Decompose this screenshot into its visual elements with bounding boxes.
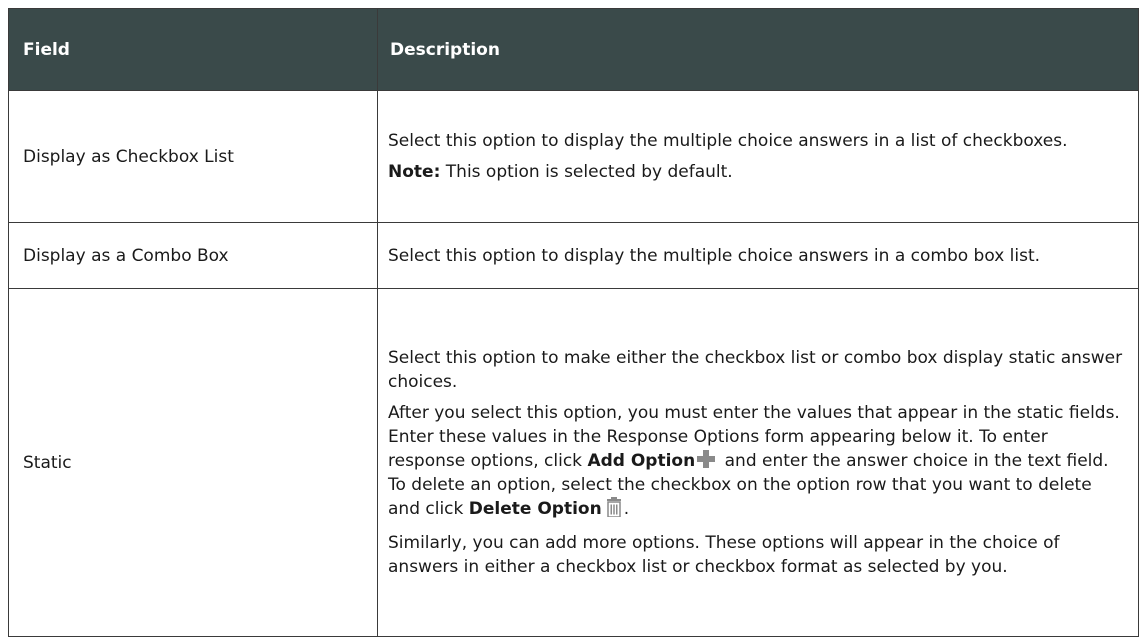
field-cell: Display as a Combo Box <box>8 222 378 289</box>
description-cell: Select this option to display the multip… <box>377 90 1139 223</box>
note-paragraph: Note: This option is selected by default… <box>388 160 1128 184</box>
field-cell: Static <box>8 288 378 637</box>
delete-option-label: Delete Option <box>468 499 602 519</box>
note-text: This option is selected by default. <box>440 162 733 182</box>
note-label: Note: <box>388 162 441 182</box>
field-cell: Display as Checkbox List <box>8 90 378 223</box>
table-row: Display as a Combo Box Select this optio… <box>8 222 1139 289</box>
trash-icon <box>606 497 622 524</box>
description-text: Select this option to display the multip… <box>388 245 1041 266</box>
instructions-text: . <box>623 499 630 519</box>
description-column-header: Description <box>377 8 1139 91</box>
description-text: Select this option to make either the ch… <box>388 348 1123 392</box>
field-description-table: Field Description Display as Checkbox Li… <box>8 8 1139 637</box>
description-cell: Select this option to display the multip… <box>377 222 1139 289</box>
field-column-header: Field <box>8 8 378 91</box>
add-option-label: Add Option <box>587 451 696 471</box>
plus-icon <box>697 450 716 468</box>
instructions-paragraph: After you select this option, you must e… <box>388 401 1128 524</box>
table-row: Static Select this option to make either… <box>8 288 1139 637</box>
description-cell: Select this option to make either the ch… <box>377 288 1139 637</box>
table-row: Display as Checkbox List Select this opt… <box>8 90 1139 223</box>
description-text: Similarly, you can add more options. The… <box>388 533 1060 577</box>
description-text: Select this option to display the multip… <box>388 131 1068 151</box>
table-header-row: Field Description <box>8 8 1139 91</box>
